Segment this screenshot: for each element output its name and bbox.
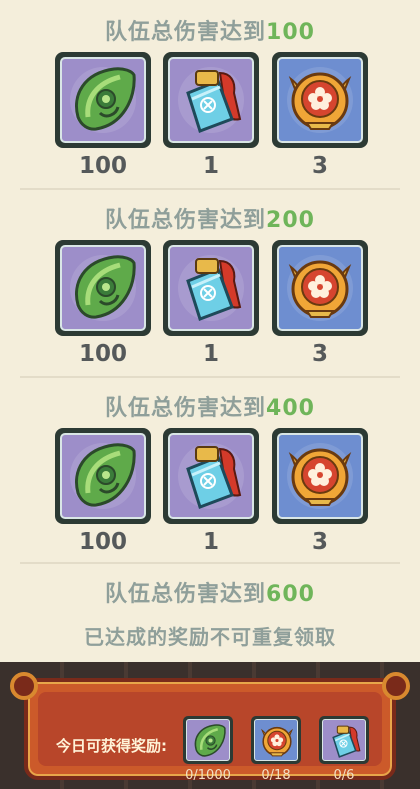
flower-medallion-icon [279,59,361,141]
flower-medallion-icon [279,247,361,329]
tier-title-text: 队伍总伤害达到 [105,396,267,421]
reward-quantity: 3 [311,341,328,367]
daily-reward-banner: 今日可获得奖励: 0/1000 0/18 0/6 [24,678,396,783]
reward-slot-jade-leaf[interactable] [55,428,151,524]
reward-slot-jade-leaf[interactable] [55,240,151,336]
flower-medallion-icon [279,435,361,517]
tier-threshold: 100 [266,20,315,45]
tier-threshold: 200 [266,208,315,233]
reward-slot-ice-scroll[interactable] [163,52,259,148]
flower-medallion-icon [256,720,298,761]
daily-item-count: 0/18 [261,768,291,783]
reward-slot-flower-medallion[interactable] [272,240,368,336]
no-repeat-claim-notice: 已达成的奖励不可重复领取 [0,612,420,662]
ice-scroll-icon [170,247,252,329]
banner-corner-ornament [382,672,410,700]
tier-title-text: 队伍总伤害达到 [105,20,267,45]
tier-title: 队伍总伤害达到400 [0,390,420,422]
tier-threshold: 600 [266,582,315,607]
jade-leaf-icon [62,59,144,141]
reward-tier-3: 队伍总伤害达到400 100 1 3 [0,376,420,563]
jade-leaf-icon [62,247,144,329]
reward-tier-2: 队伍总伤害达到200 100 1 3 [0,188,420,375]
reward-quantity: 3 [311,153,328,179]
reward-slot-flower-medallion[interactable] [272,428,368,524]
daily-item-flower-medallion[interactable] [251,716,301,764]
daily-reward-bar: 今日可获得奖励: 0/1000 0/18 0/6 [0,662,420,789]
tier-title: 队伍总伤害达到600 [0,576,420,608]
reward-tier-panel: 队伍总伤害达到100 100 1 3 队伍总伤害达到200 100 1 3 队伍… [0,0,420,662]
tier-title-text: 队伍总伤害达到 [105,208,267,233]
jade-leaf-icon [62,435,144,517]
reward-slot-jade-leaf[interactable] [55,52,151,148]
reward-quantity: 1 [202,341,219,367]
daily-item-ice-scroll[interactable] [319,716,369,764]
ice-scroll-icon [324,720,366,761]
reward-quantity: 100 [78,529,127,555]
tier-title: 队伍总伤害达到200 [0,202,420,234]
reward-quantity: 100 [78,153,127,179]
reward-slot-ice-scroll[interactable] [163,428,259,524]
reward-slot-flower-medallion[interactable] [272,52,368,148]
tier-threshold: 400 [266,396,315,421]
daily-item-jade-leaf[interactable] [183,716,233,764]
reward-quantity: 3 [311,529,328,555]
daily-reward-label: 今日可获得奖励: [56,737,167,755]
reward-quantity: 1 [202,529,219,555]
reward-slot-ice-scroll[interactable] [163,240,259,336]
ice-scroll-icon [170,59,252,141]
daily-item-count: 0/6 [333,768,355,783]
reward-tier-1: 队伍总伤害达到100 100 1 3 [0,0,420,187]
ice-scroll-icon [170,435,252,517]
tier-title: 队伍总伤害达到100 [0,14,420,46]
banner-corner-ornament [10,672,38,700]
jade-leaf-icon [188,720,230,761]
reward-quantity: 1 [202,153,219,179]
daily-item-count: 0/1000 [185,768,231,783]
tier-title-text: 队伍总伤害达到 [105,582,267,607]
reward-quantity: 100 [78,341,127,367]
